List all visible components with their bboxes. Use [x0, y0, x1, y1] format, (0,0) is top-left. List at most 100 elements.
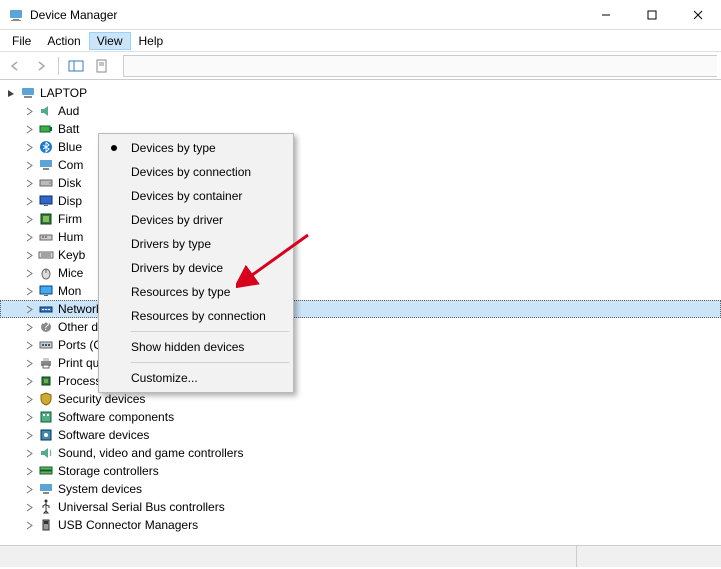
tree-item-label: USB Connector Managers	[56, 518, 198, 532]
window-controls	[583, 0, 721, 29]
menu-item-label: Devices by type	[131, 141, 216, 155]
expand-icon[interactable]	[22, 269, 36, 278]
minimize-button[interactable]	[583, 0, 629, 29]
menu-item-devices-by-connection[interactable]: Devices by connection	[101, 160, 291, 184]
other-icon: ?	[38, 319, 54, 335]
tree-item-label: Disk	[56, 176, 81, 190]
toolbar-separator	[58, 57, 59, 75]
menu-item-drivers-by-type[interactable]: Drivers by type	[101, 232, 291, 256]
menu-help[interactable]: Help	[131, 32, 172, 50]
menu-item-devices-by-driver[interactable]: Devices by driver	[101, 208, 291, 232]
security-icon	[38, 391, 54, 407]
expand-icon[interactable]	[22, 179, 36, 188]
usbconn-icon	[38, 517, 54, 533]
tree-item[interactable]: Software devices	[0, 426, 721, 444]
tree-item-label: Aud	[56, 104, 79, 118]
menu-item-drivers-by-device[interactable]: Drivers by device	[101, 256, 291, 280]
expand-icon[interactable]	[22, 197, 36, 206]
svg-text:?: ?	[43, 319, 50, 333]
menu-item-label: Show hidden devices	[131, 340, 244, 354]
tree-item-label: Sound, video and game controllers	[56, 446, 243, 460]
system-icon	[38, 481, 54, 497]
tree-item-label: Software devices	[56, 428, 149, 442]
menu-view[interactable]: View	[89, 32, 131, 50]
expand-icon[interactable]	[22, 521, 36, 530]
menu-item-label: Devices by container	[131, 189, 242, 203]
expand-icon[interactable]	[22, 107, 36, 116]
expand-icon[interactable]	[22, 377, 36, 386]
expand-icon[interactable]	[22, 485, 36, 494]
menu-item-customize[interactable]: Customize...	[101, 366, 291, 390]
expand-icon[interactable]	[22, 233, 36, 242]
expand-icon[interactable]	[22, 449, 36, 458]
computer-icon	[20, 85, 36, 101]
tree-item[interactable]: Software components	[0, 408, 721, 426]
expand-icon[interactable]	[22, 503, 36, 512]
expand-icon[interactable]	[22, 251, 36, 260]
view-dropdown-menu: Devices by type Devices by connection Devi…	[98, 133, 294, 393]
keyboard-icon	[38, 247, 54, 263]
menu-item-resources-by-type[interactable]: Resources by type	[101, 280, 291, 304]
expand-icon[interactable]	[22, 413, 36, 422]
menu-file[interactable]: File	[4, 32, 39, 50]
menu-item-label: Drivers by type	[131, 237, 211, 251]
back-button[interactable]	[4, 55, 26, 77]
tree-item[interactable]: Storage controllers	[0, 462, 721, 480]
maximize-button[interactable]	[629, 0, 675, 29]
close-button[interactable]	[675, 0, 721, 29]
mouse-icon	[38, 265, 54, 281]
menu-item-show-hidden-devices[interactable]: Show hidden devices	[101, 335, 291, 359]
menu-item-label: Devices by connection	[131, 165, 251, 179]
tree-root[interactable]: LAPTOP	[0, 84, 721, 102]
tree-item[interactable]: USB Connector Managers	[0, 516, 721, 534]
tree-item-label: Blue	[56, 140, 82, 154]
tree-item[interactable]: Universal Serial Bus controllers	[0, 498, 721, 516]
expand-icon[interactable]	[22, 305, 36, 314]
bullet-icon	[111, 145, 117, 151]
properties-button[interactable]	[91, 55, 113, 77]
expand-icon[interactable]	[22, 467, 36, 476]
expand-icon[interactable]	[22, 143, 36, 152]
collapse-icon[interactable]	[4, 89, 18, 98]
network-icon	[38, 301, 54, 317]
menu-separator	[131, 362, 289, 363]
menu-item-label: Devices by driver	[131, 213, 223, 227]
tree-item[interactable]: Aud	[0, 102, 721, 120]
menu-item-label: Customize...	[131, 371, 198, 385]
swdev-icon	[38, 427, 54, 443]
show-hide-console-button[interactable]	[65, 55, 87, 77]
tree-item-label: Com	[56, 158, 83, 172]
expand-icon[interactable]	[22, 359, 36, 368]
cpu-icon	[38, 373, 54, 389]
title-bar: Device Manager	[0, 0, 721, 30]
app-icon	[8, 7, 24, 23]
menu-action[interactable]: Action	[39, 32, 88, 50]
usb-icon	[38, 499, 54, 515]
disk-icon	[38, 175, 54, 191]
tree-item[interactable]: System devices	[0, 480, 721, 498]
menu-separator	[131, 331, 289, 332]
expand-icon[interactable]	[22, 395, 36, 404]
tree-item-label: Mon	[56, 284, 81, 298]
expand-icon[interactable]	[22, 431, 36, 440]
menu-item-label: Resources by connection	[131, 309, 266, 323]
tree-item-label: Batt	[56, 122, 79, 136]
tree-item-label: Software components	[56, 410, 174, 424]
menu-item-resources-by-connection[interactable]: Resources by connection	[101, 304, 291, 328]
monitor-icon	[38, 283, 54, 299]
battery-icon	[38, 121, 54, 137]
expand-icon[interactable]	[22, 125, 36, 134]
content-area: LAPTOP AudBattBlueComDiskDispFirmHumKeyb…	[0, 80, 721, 567]
menu-item-label: Resources by type	[131, 285, 230, 299]
menu-item-devices-by-type[interactable]: Devices by type	[101, 136, 291, 160]
bluetooth-icon	[38, 139, 54, 155]
swcomp-icon	[38, 409, 54, 425]
menu-item-devices-by-container[interactable]: Devices by container	[101, 184, 291, 208]
expand-icon[interactable]	[22, 341, 36, 350]
expand-icon[interactable]	[22, 323, 36, 332]
expand-icon[interactable]	[22, 215, 36, 224]
forward-button[interactable]	[30, 55, 52, 77]
tree-item[interactable]: Sound, video and game controllers	[0, 444, 721, 462]
expand-icon[interactable]	[22, 161, 36, 170]
expand-icon[interactable]	[22, 287, 36, 296]
